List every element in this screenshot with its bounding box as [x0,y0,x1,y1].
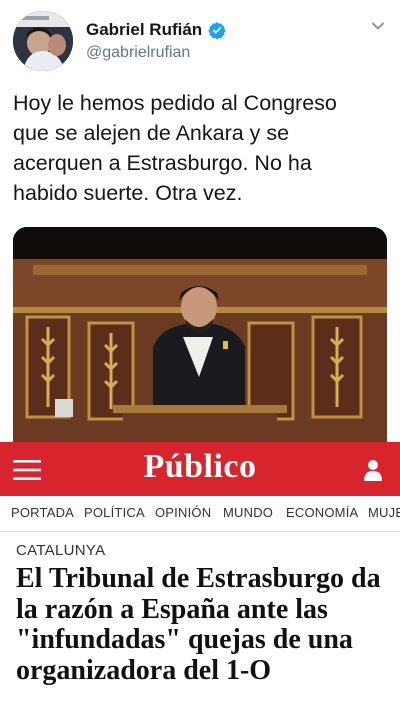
chevron-down-icon[interactable] [370,18,386,34]
tweet-text: Hoy le hemos pedido al Congreso que se a… [13,91,337,205]
article-headline[interactable]: El Tribunal de Estrasburgo da la razón a… [16,563,391,686]
nav-item-economia[interactable]: ECONOMÍA [286,505,358,520]
handle[interactable]: @gabrielrufian [86,44,190,62]
nav-item-mujer[interactable]: MUJER [368,505,400,520]
publico-logo[interactable]: Público [0,448,400,486]
publico-nav: PORTADA POLÍTICA OPINIÓN MUNDO ECONOMÍA … [0,496,400,532]
display-name[interactable]: Gabriel Rufián [86,20,202,40]
nav-item-opinion[interactable]: OPINIÓN [155,505,211,520]
avatar[interactable] [13,11,73,71]
article-section-label[interactable]: CATALUNYA [16,542,105,559]
nav-item-portada[interactable]: PORTADA [11,505,74,520]
tweet-header: Gabriel Rufián @gabrielrufian [0,0,400,80]
user-icon[interactable] [364,459,382,481]
verified-badge-icon [208,21,226,40]
nav-item-politica[interactable]: POLÍTICA [84,505,145,520]
publico-header: Público [0,442,400,496]
tweet-video[interactable] [13,227,387,447]
nav-item-mundo[interactable]: MUNDO [223,505,273,520]
